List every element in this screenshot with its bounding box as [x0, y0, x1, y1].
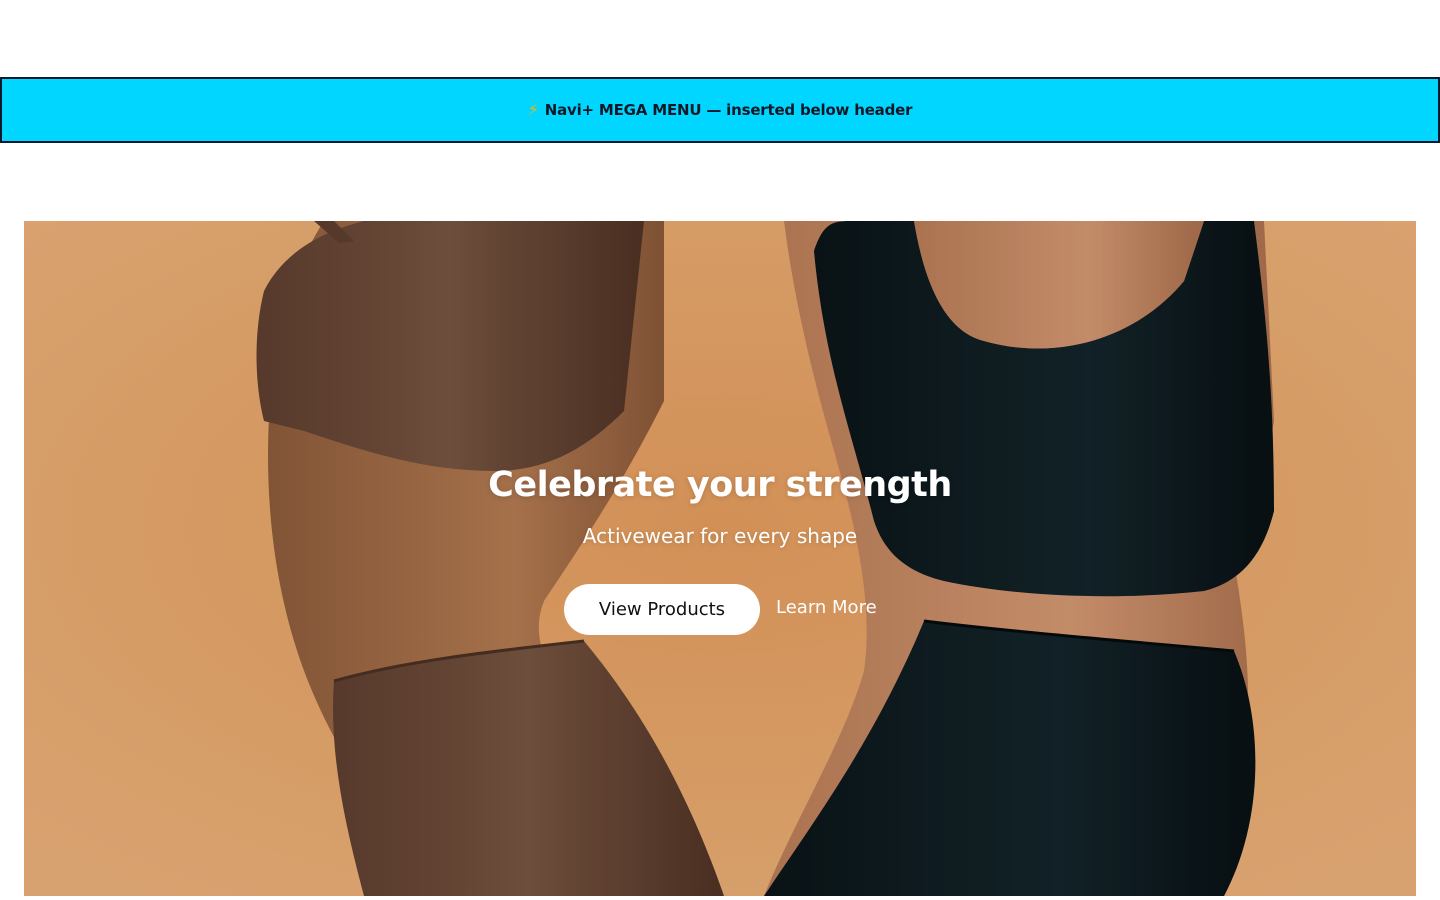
- hero-title: Celebrate your strength: [488, 465, 952, 505]
- mega-menu-banner-text: Navi+ MEGA MENU — inserted below header: [544, 101, 913, 119]
- hero-section: Celebrate your strength Activewear for e…: [24, 221, 1416, 896]
- learn-more-link[interactable]: Learn More: [776, 597, 877, 618]
- header-spacer: [0, 143, 1440, 221]
- view-products-button[interactable]: View Products: [564, 584, 760, 635]
- hero-content: Celebrate your strength Activewear for e…: [24, 221, 1416, 896]
- site-header: [0, 0, 1440, 77]
- hero-actions: View Products Learn More: [564, 584, 877, 635]
- hero-subtitle: Activewear for every shape: [582, 524, 858, 548]
- lightning-bolt-icon: ⚡: [527, 100, 539, 119]
- mega-menu-banner[interactable]: ⚡ Navi+ MEGA MENU — inserted below heade…: [0, 77, 1440, 143]
